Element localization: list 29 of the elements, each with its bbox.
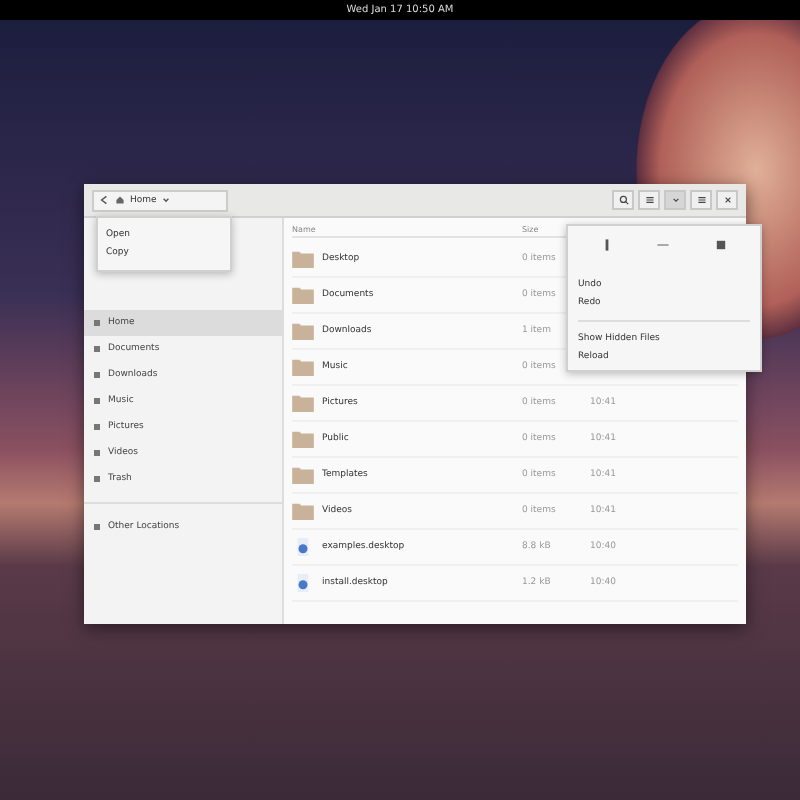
- folder-icon: [292, 502, 314, 520]
- folder-icon: [292, 430, 314, 448]
- menu-icon: [695, 194, 707, 206]
- launcher-file-icon: [292, 538, 314, 556]
- folder-icon: [292, 394, 314, 412]
- search-button[interactable]: [612, 190, 634, 210]
- place-icon: [92, 474, 102, 484]
- zoom-in-icon[interactable]: [714, 238, 729, 252]
- home-icon[interactable]: [114, 194, 126, 206]
- launcher-file-icon: [292, 574, 314, 592]
- folder-icon: [292, 250, 314, 268]
- folder-icon: [292, 466, 314, 484]
- place-icon: [92, 396, 102, 406]
- place-icon: [92, 370, 102, 380]
- caret-icon: [669, 194, 681, 206]
- place-icon: [92, 422, 102, 432]
- view-toggle-button[interactable]: [638, 190, 660, 210]
- place-icon: [92, 522, 102, 532]
- folder-icon: [292, 322, 314, 340]
- folder-icon: [292, 286, 314, 304]
- caret-icon[interactable]: [160, 194, 173, 206]
- folder-icon: [292, 358, 314, 376]
- menu-button[interactable]: [690, 190, 712, 210]
- place-icon: [92, 318, 102, 328]
- search-icon: [617, 194, 629, 206]
- close-icon: [721, 194, 733, 206]
- place-icon: [92, 344, 102, 354]
- place-icon: [92, 448, 102, 458]
- list-icon: [643, 194, 655, 206]
